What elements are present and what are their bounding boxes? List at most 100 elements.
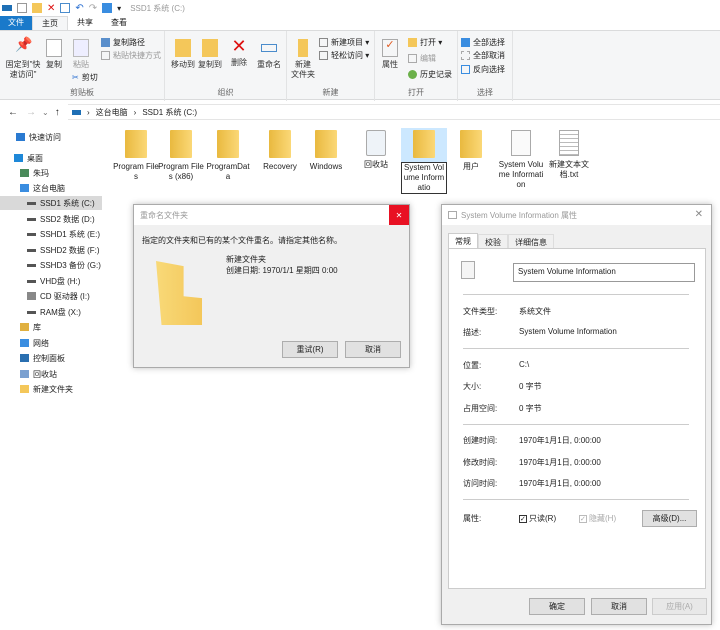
nav-item[interactable]: 新建文件夹 bbox=[0, 382, 102, 396]
name-input[interactable]: System Volume Information bbox=[513, 263, 695, 282]
group-label: 新建 bbox=[322, 88, 339, 97]
open-button[interactable]: 打开 ▾ bbox=[408, 37, 442, 48]
nav-item[interactable]: SSD1 系统 (C:) bbox=[0, 196, 102, 210]
properties-icon[interactable] bbox=[17, 3, 27, 13]
advanced-button[interactable]: 高级(D)... bbox=[642, 510, 697, 527]
undo-icon[interactable]: ↶ bbox=[75, 3, 83, 14]
attributes-row: 属性: ✓ 只读(R) ✓ 隐藏(H) bbox=[463, 513, 617, 524]
tab-share[interactable]: 共享 bbox=[68, 16, 102, 30]
tab-home[interactable]: 主页 bbox=[32, 16, 68, 30]
hidden-checkbox[interactable]: ✓ 隐藏(H) bbox=[579, 513, 616, 524]
select-none-button[interactable]: 全部取消 bbox=[461, 50, 505, 61]
recent-dropdown-icon[interactable]: ⌄ bbox=[42, 108, 49, 117]
nav-item[interactable]: 回收站 bbox=[0, 367, 102, 381]
edit-button[interactable]: 编辑 bbox=[408, 53, 436, 64]
paste-shortcut-button[interactable]: 粘贴快捷方式 bbox=[101, 50, 161, 61]
nav-item[interactable]: CD 驱动器 (I:) bbox=[0, 289, 102, 303]
folder-icon bbox=[460, 130, 482, 158]
cancel-button[interactable]: 取消 bbox=[591, 598, 647, 615]
forward-icon[interactable]: → bbox=[26, 107, 36, 118]
pin-quick-access-button[interactable]: 📌 固定到"快速访问" bbox=[3, 37, 43, 80]
copy-path-button[interactable]: 复制路径 bbox=[101, 37, 145, 48]
nav-item-label: 库 bbox=[33, 322, 41, 332]
file-item[interactable]: System Volume Information bbox=[498, 128, 544, 190]
customize-dropdown-icon[interactable]: ▾ bbox=[117, 4, 121, 13]
nav-item[interactable]: SSHD3 备份 (G:) bbox=[0, 258, 102, 272]
window-title: SSD1 系统 (C:) bbox=[130, 3, 185, 13]
new-item-button[interactable]: 新建项目 ▾ bbox=[319, 37, 369, 48]
history-button[interactable]: 历史记录 bbox=[408, 69, 452, 80]
select-all-icon bbox=[461, 38, 470, 47]
file-item[interactable]: System Volume Informatio bbox=[401, 128, 447, 194]
tab-file[interactable]: 文件 bbox=[0, 16, 32, 30]
text-file-icon bbox=[559, 130, 579, 156]
nav-item[interactable]: 快速访问 bbox=[0, 130, 102, 144]
delete-icon[interactable]: ✕ bbox=[47, 3, 55, 14]
up-icon[interactable]: ↑ bbox=[55, 107, 60, 118]
close-icon[interactable]: ✕ bbox=[695, 209, 703, 220]
retry-button[interactable]: 重试(R) bbox=[282, 341, 338, 358]
address-bar[interactable]: › 这台电脑 › SSD1 系统 (C:) bbox=[68, 104, 720, 120]
invert-selection-button[interactable]: 反向选择 bbox=[461, 64, 505, 75]
drive-icon bbox=[72, 109, 81, 115]
breadcrumb-drive[interactable]: SSD1 系统 (C:) bbox=[142, 107, 197, 118]
properties-button[interactable]: ✓ 属性 bbox=[381, 39, 399, 70]
move-to-button[interactable]: 移动到 bbox=[171, 39, 195, 70]
copy-to-button[interactable]: 复制到 bbox=[198, 39, 222, 70]
apply-button[interactable]: 应用(A) bbox=[652, 598, 707, 615]
drive-icon bbox=[27, 248, 36, 252]
nav-item[interactable]: RAM盘 (X:) bbox=[0, 305, 102, 319]
delete-button[interactable]: ✕ 删除 bbox=[231, 37, 247, 68]
select-all-button[interactable]: 全部选择 bbox=[461, 37, 505, 48]
ok-button[interactable]: 确定 bbox=[529, 598, 585, 615]
redo-icon[interactable]: ↷ bbox=[89, 3, 97, 14]
group-label: 选择 bbox=[477, 88, 493, 97]
file-item[interactable]: Program Files (x86) bbox=[158, 128, 204, 182]
file-label: 用户 bbox=[463, 162, 479, 171]
close-icon: ✕ bbox=[395, 210, 403, 220]
new-folder-button[interactable]: 新建 文件夹 bbox=[289, 39, 317, 80]
dialog-title: 重命名文件夹 bbox=[140, 210, 188, 220]
folder-created-date: 创建日期: 1970/1/1 星期四 0:00 bbox=[226, 266, 338, 275]
cut-button[interactable]: ✂ 剪切 bbox=[72, 72, 98, 83]
nav-item[interactable]: SSHD2 数据 (F:) bbox=[0, 243, 102, 257]
sysfile-icon bbox=[448, 211, 457, 219]
file-item[interactable]: 新建文本文档.txt bbox=[546, 128, 592, 180]
breadcrumb-this-pc[interactable]: 这台电脑 bbox=[96, 107, 128, 118]
nav-item[interactable]: 这台电脑 bbox=[0, 181, 102, 195]
nav-item[interactable]: SSD2 数据 (D:) bbox=[0, 212, 102, 226]
paste-button[interactable]: 粘贴 bbox=[70, 39, 92, 70]
checkbox-checked-icon: ✓ bbox=[579, 514, 587, 523]
tab-view[interactable]: 查看 bbox=[102, 16, 136, 30]
nav-item[interactable]: VHD盘 (H:) bbox=[0, 274, 102, 288]
rename-icon[interactable] bbox=[60, 3, 71, 13]
new-folder-icon[interactable] bbox=[32, 3, 42, 13]
file-item[interactable]: ProgramData bbox=[205, 128, 251, 182]
nav-item[interactable]: 库 bbox=[0, 320, 102, 334]
history-icon bbox=[408, 70, 417, 79]
file-item[interactable]: Windows bbox=[303, 128, 349, 172]
group-clipboard: 📌 固定到"快速访问" 复制 粘贴 复制路径 粘贴快捷方式 ✂ 剪切 剪贴板 bbox=[0, 31, 165, 101]
cancel-button[interactable]: 取消 bbox=[345, 341, 401, 358]
file-item[interactable]: 回收站 bbox=[353, 128, 399, 170]
back-icon[interactable]: ← bbox=[8, 107, 18, 118]
readonly-checkbox[interactable]: ✓ 只读(R) bbox=[519, 513, 579, 524]
nav-item[interactable]: 控制面板 bbox=[0, 351, 102, 365]
nav-item[interactable]: 朱玛 bbox=[0, 166, 102, 180]
monitor-icon[interactable] bbox=[102, 3, 113, 13]
rename-button[interactable]: 重命名 bbox=[255, 39, 283, 70]
close-button[interactable]: ✕ bbox=[389, 205, 409, 225]
copy-button[interactable]: 复制 bbox=[44, 39, 64, 70]
copy-icon bbox=[46, 39, 62, 57]
nav-item[interactable]: 桌面 bbox=[0, 151, 102, 165]
drive-icon bbox=[27, 279, 36, 283]
file-item[interactable]: 用户 bbox=[448, 128, 494, 172]
control-panel-icon bbox=[20, 354, 29, 362]
nav-item[interactable]: 网络 bbox=[0, 336, 102, 350]
easy-access-button[interactable]: 轻松访问 ▾ bbox=[319, 50, 369, 61]
nav-item-label: SSD2 数据 (D:) bbox=[40, 214, 95, 224]
file-item[interactable]: Recovery bbox=[257, 128, 303, 172]
nav-item[interactable]: SSHD1 系统 (E:) bbox=[0, 227, 102, 241]
file-item[interactable]: Program Files bbox=[113, 128, 159, 182]
nav-item-label: 新建文件夹 bbox=[33, 384, 73, 394]
